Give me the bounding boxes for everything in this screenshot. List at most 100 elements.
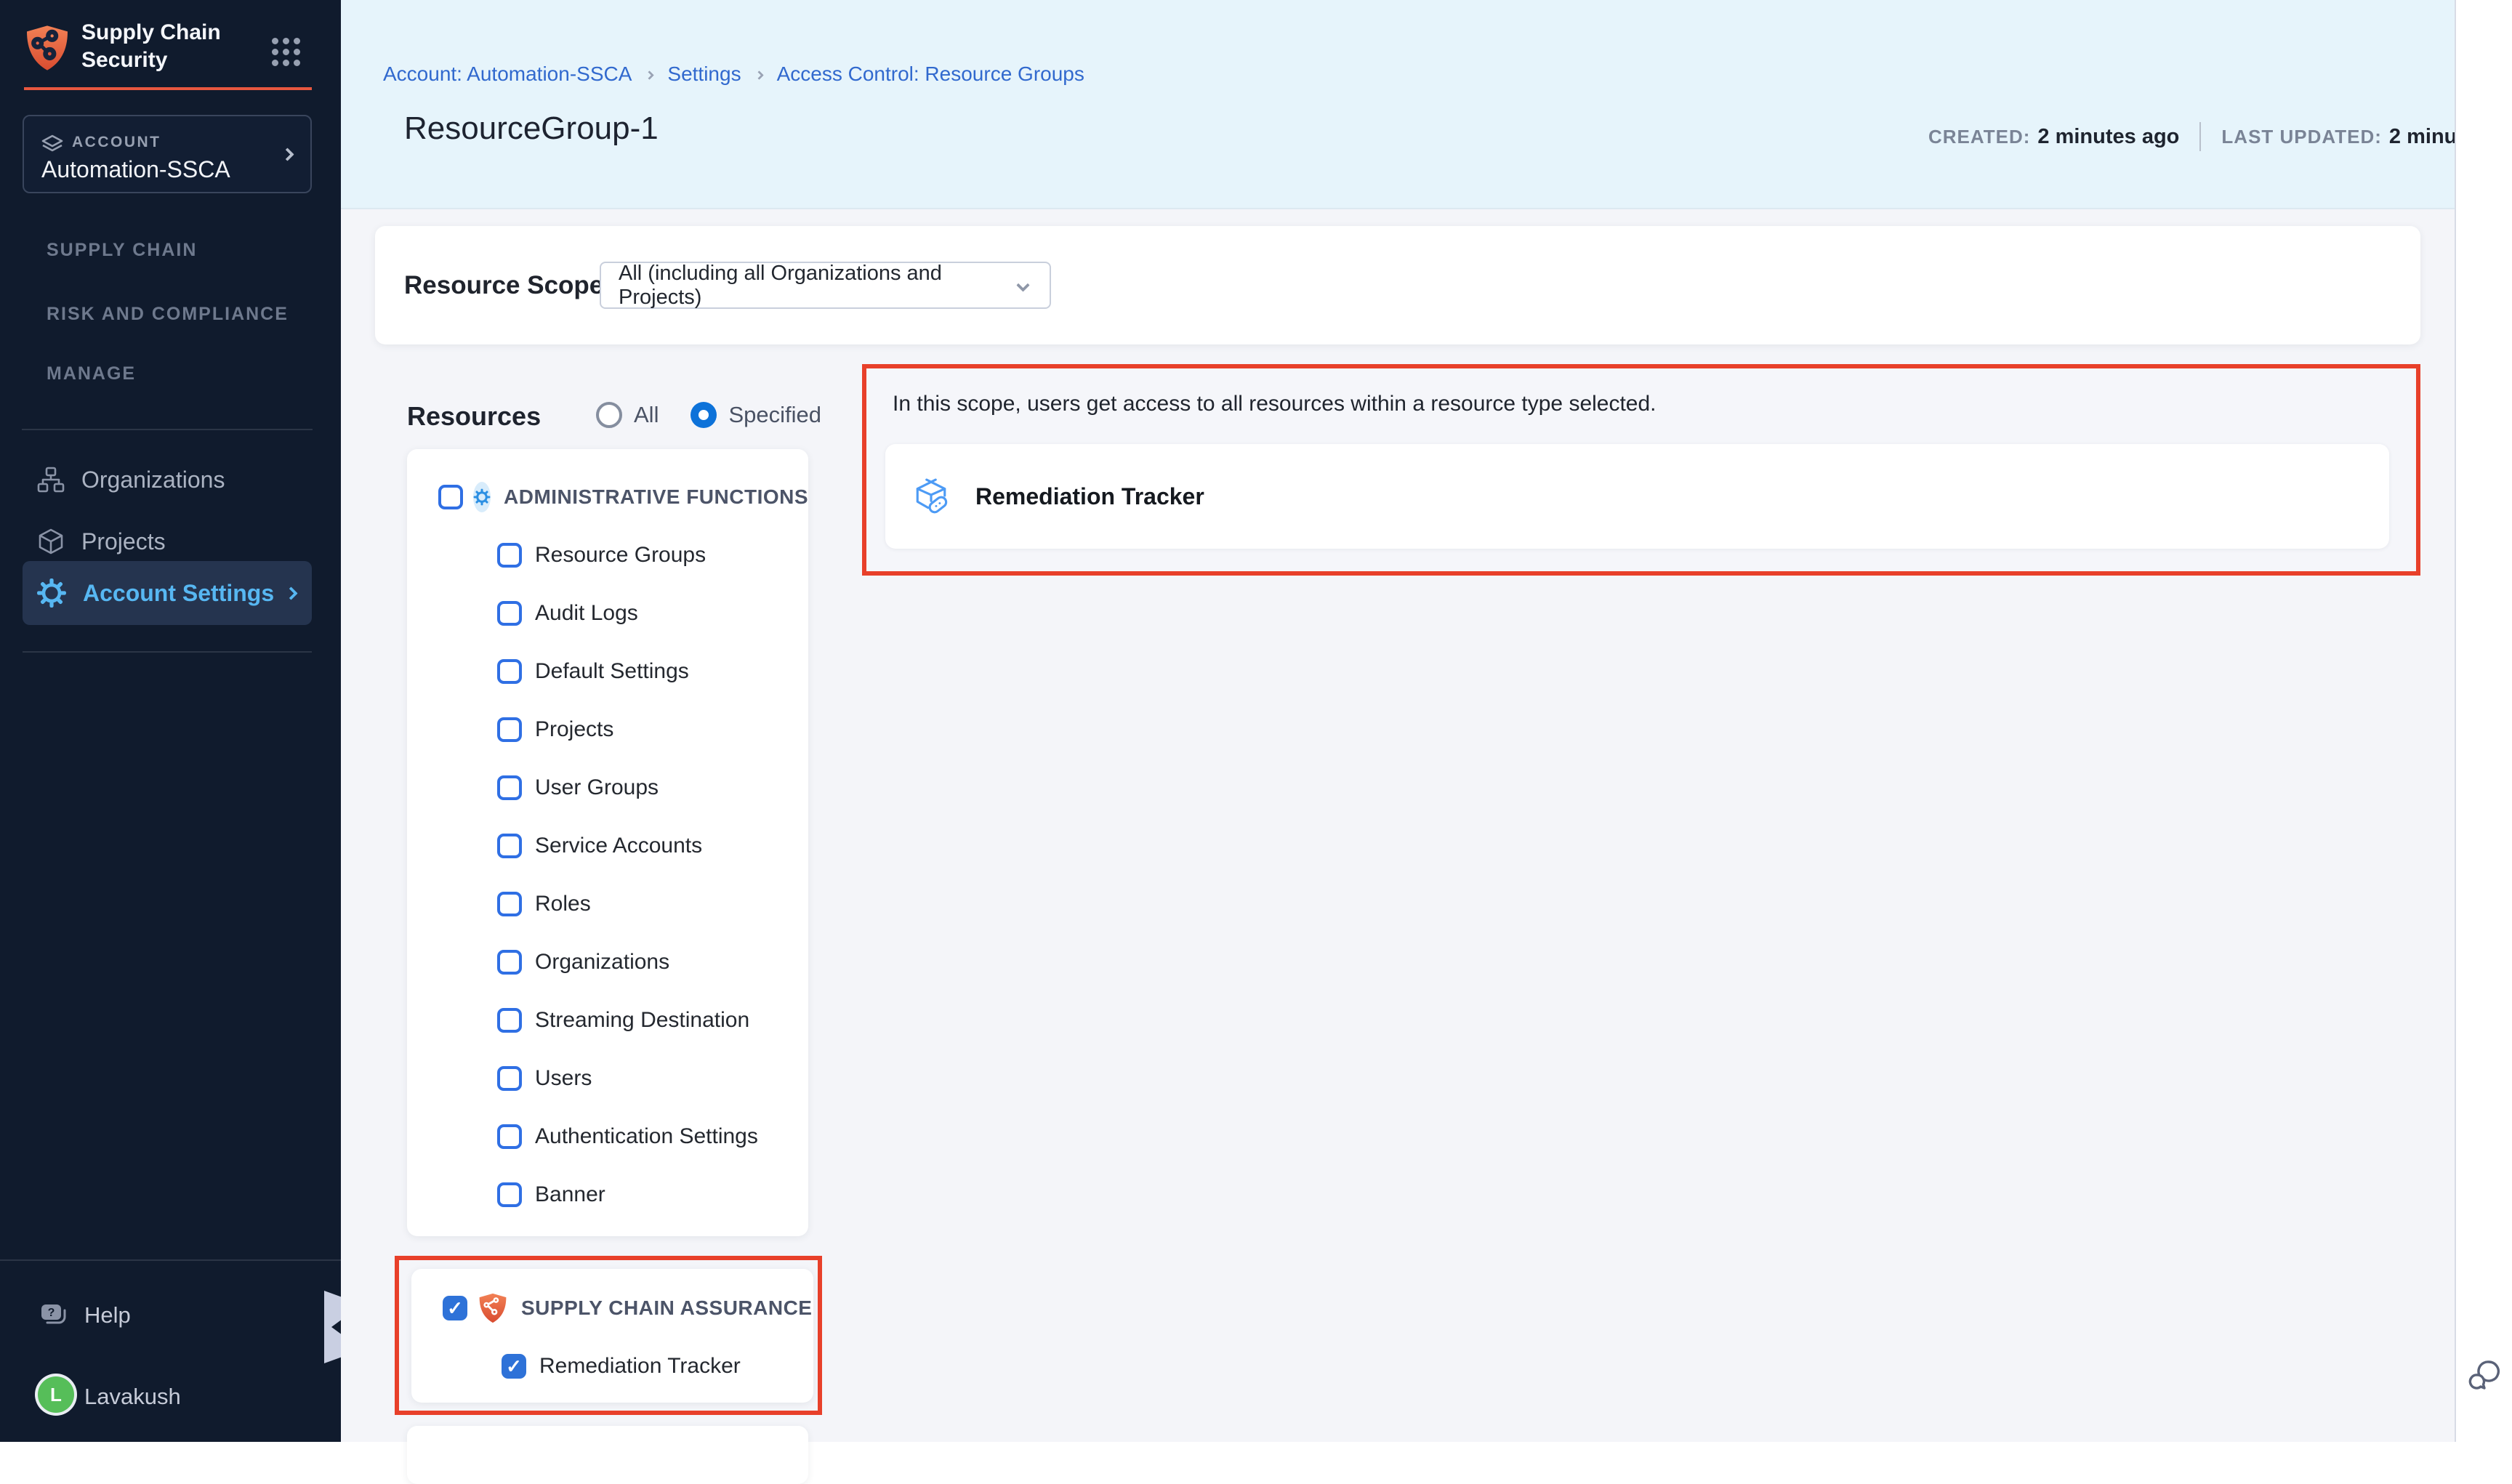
- resource-item-label[interactable]: Remediation Tracker: [539, 1354, 741, 1379]
- resource-item-row: User Groups: [407, 759, 808, 817]
- resource-item-label[interactable]: Roles: [535, 892, 591, 916]
- resource-item-row: Roles: [407, 875, 808, 933]
- resource-item-row: Streaming Destination: [407, 991, 808, 1049]
- resource-item-label[interactable]: Organizations: [535, 950, 669, 975]
- resource-item-label[interactable]: Authentication Settings: [535, 1124, 758, 1149]
- layers-icon: [40, 132, 65, 157]
- resource-checkbox[interactable]: [497, 892, 522, 916]
- gear-icon: [473, 488, 491, 506]
- radio-all[interactable]: [596, 402, 622, 428]
- help-button[interactable]: ? Help: [0, 1294, 341, 1337]
- resource-item-row: Banner: [407, 1166, 808, 1224]
- right-edge-strip: [2455, 0, 2512, 1442]
- selected-resource-card: Remediation Tracker: [885, 444, 2389, 549]
- resource-item-label[interactable]: Resource Groups: [535, 543, 706, 568]
- assurance-checkbox-checked[interactable]: [443, 1296, 467, 1320]
- selected-resource-label: Remediation Tracker: [975, 483, 1204, 510]
- assurance-highlight-box: SUPPLY CHAIN ASSURANCE Remediation Track…: [395, 1256, 822, 1415]
- sidebar-section-supply-chain[interactable]: SUPPLY CHAIN: [47, 240, 197, 261]
- resource-item-label[interactable]: Audit Logs: [535, 601, 638, 626]
- app-title-line1: Supply Chain: [81, 19, 221, 47]
- sidebar-section-risk-and-compliance[interactable]: RISK AND COMPLIANCE: [47, 304, 289, 325]
- remediation-tracker-checkbox-checked[interactable]: [502, 1354, 526, 1379]
- resource-item-row: Organizations: [407, 933, 808, 991]
- breadcrumb-settings-link[interactable]: Settings: [667, 62, 741, 86]
- resource-item-row: Remediation Tracker: [411, 1337, 813, 1395]
- breadcrumb-account-link[interactable]: Account: Automation-SSCA: [383, 62, 632, 86]
- app-title-line2: Security: [81, 47, 221, 74]
- brand-accent-rule: [24, 87, 312, 90]
- sidebar-divider: [22, 429, 313, 430]
- org-chart-icon: [36, 465, 65, 494]
- chevron-right-icon: [281, 148, 294, 161]
- scope-description-panel: In this scope, users get access to all r…: [862, 364, 2420, 576]
- account-label: ACCOUNT: [72, 134, 161, 151]
- help-chat-icon: ?: [38, 1299, 70, 1331]
- resource-item-label[interactable]: Default Settings: [535, 659, 689, 684]
- resource-checkbox[interactable]: [497, 775, 522, 800]
- resource-checkbox[interactable]: [497, 1066, 522, 1091]
- user-initial: L: [50, 1384, 62, 1406]
- resource-scope-label: Resource Scope: [404, 226, 603, 344]
- breadcrumb: Account: Automation-SSCA Settings Access…: [383, 62, 1084, 86]
- resource-checkbox[interactable]: [497, 601, 522, 626]
- sidebar-section-manage[interactable]: MANAGE: [47, 363, 136, 384]
- resource-scope-card: Resource Scope All (including all Organi…: [375, 226, 2420, 344]
- admin-functions-checkbox[interactable]: [438, 485, 463, 509]
- user-name[interactable]: Lavakush: [84, 1384, 181, 1410]
- supply-chain-assurance-shield-icon: [478, 1292, 508, 1324]
- resource-checkbox[interactable]: [497, 1124, 522, 1149]
- resources-radio-group: All Specified: [596, 402, 821, 428]
- meta-divider: [2199, 122, 2201, 151]
- support-chat-icon[interactable]: [2466, 1356, 2504, 1394]
- resource-item-label[interactable]: Banner: [535, 1182, 605, 1207]
- user-avatar[interactable]: L: [38, 1376, 74, 1413]
- radio-specified-label[interactable]: Specified: [728, 402, 821, 428]
- resource-item-row: Authentication Settings: [407, 1108, 808, 1166]
- sidebar: Supply Chain Security ACCOUNT Automation…: [0, 0, 341, 1442]
- resource-item-label[interactable]: User Groups: [535, 775, 659, 800]
- resource-checkbox[interactable]: [497, 543, 522, 568]
- resource-item-label[interactable]: Projects: [535, 717, 613, 742]
- sidebar-item-organizations[interactable]: Organizations: [0, 449, 341, 510]
- resource-scope-dropdown[interactable]: All (including all Organizations and Pro…: [600, 262, 1051, 309]
- svg-text:?: ?: [48, 1307, 55, 1319]
- updated-label: LAST UPDATED:: [2221, 126, 2382, 148]
- chevron-down-icon: [1016, 278, 1029, 291]
- resource-scope-value: All (including all Organizations and Pro…: [619, 262, 1018, 310]
- resource-item-label[interactable]: Users: [535, 1066, 592, 1091]
- sidebar-item-label: Account Settings: [83, 580, 274, 607]
- resource-group-header-row: ADMINISTRATIVE FUNCTIONS: [407, 468, 808, 526]
- resource-checkbox[interactable]: [497, 717, 522, 742]
- resource-checkbox[interactable]: [497, 834, 522, 858]
- resource-checkbox[interactable]: [497, 659, 522, 684]
- scope-description-text: In this scope, users get access to all r…: [893, 392, 1656, 416]
- account-name: Automation-SSCA: [41, 156, 230, 183]
- radio-all-label[interactable]: All: [634, 402, 659, 428]
- radio-specified[interactable]: [691, 402, 717, 428]
- supply-chain-assurance-card: SUPPLY CHAIN ASSURANCE Remediation Track…: [411, 1269, 813, 1403]
- resource-group-header-label: ADMINISTRATIVE FUNCTIONS: [504, 485, 808, 509]
- sidebar-footer-divider: [0, 1259, 341, 1261]
- resource-item-label[interactable]: Streaming Destination: [535, 1008, 749, 1033]
- resource-checkbox[interactable]: [497, 950, 522, 975]
- breadcrumb-resource-groups-link[interactable]: Access Control: Resource Groups: [777, 62, 1084, 86]
- breadcrumb-separator-icon: [754, 70, 764, 80]
- breadcrumb-separator-icon: [645, 70, 655, 80]
- resource-group-header-row: SUPPLY CHAIN ASSURANCE: [411, 1279, 813, 1337]
- resources-heading: Resources: [407, 401, 541, 432]
- module-grid-icon[interactable]: [272, 38, 300, 66]
- page-header: Account: Automation-SSCA Settings Access…: [341, 0, 2455, 209]
- sidebar-item-account-settings[interactable]: Account Settings: [0, 562, 341, 624]
- sidebar-divider: [23, 651, 312, 653]
- resource-item-label[interactable]: Service Accounts: [535, 834, 702, 858]
- resource-item-row: Users: [407, 1049, 808, 1108]
- account-selector[interactable]: ACCOUNT Automation-SSCA: [23, 115, 312, 193]
- created-updated-meta: CREATED: 2 minutes ago LAST UPDATED: 2 m…: [1928, 122, 2512, 151]
- resource-checkbox[interactable]: [497, 1008, 522, 1033]
- resource-checkbox[interactable]: [497, 1182, 522, 1207]
- next-resource-group-card: [407, 1426, 808, 1484]
- resource-item-row: Default Settings: [407, 642, 808, 701]
- package-remediation-icon: [913, 478, 949, 515]
- supply-chain-security-logo-icon: [24, 23, 71, 73]
